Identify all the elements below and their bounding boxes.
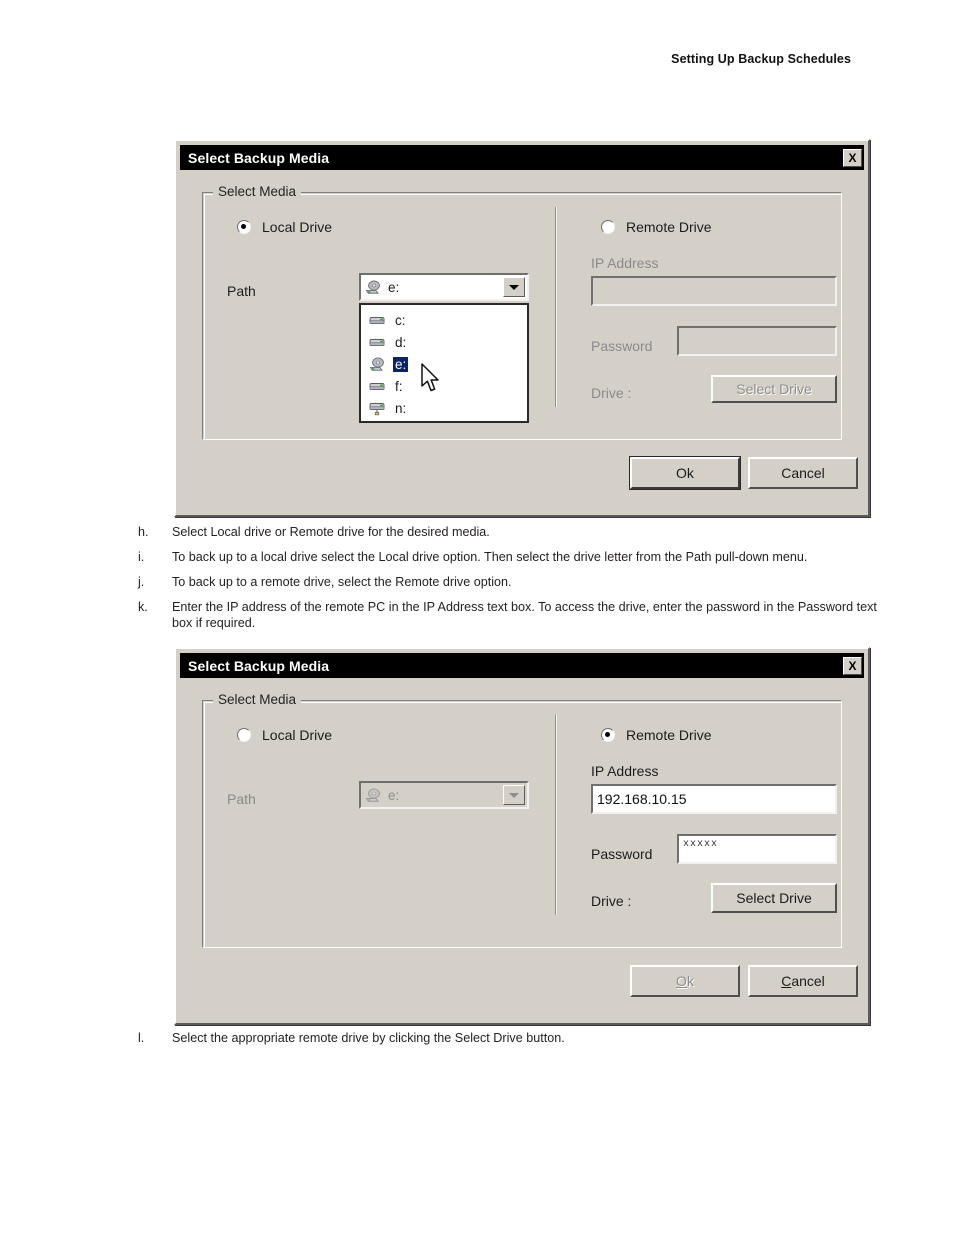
ip-address-label: IP Address: [591, 255, 659, 271]
list-item-label: c:: [395, 312, 406, 328]
list-item: l. Select the appropriate remote drive b…: [138, 1030, 878, 1046]
dialog-body: Select Media Local Drive Path e:: [180, 680, 864, 1019]
dialog-title: Select Backup Media: [188, 657, 330, 674]
ip-address-label: IP Address: [591, 763, 659, 779]
select-backup-media-dialog-local: Select Backup Media X Select Media Local…: [174, 139, 870, 517]
select-media-groupbox-title: Select Media: [213, 692, 302, 707]
close-icon[interactable]: X: [843, 148, 862, 167]
path-combobox-value: e:: [388, 787, 400, 803]
list-item-selected[interactable]: e:: [361, 353, 527, 375]
select-drive-button[interactable]: Select Drive: [711, 883, 837, 913]
path-label: Path: [227, 791, 256, 807]
local-drive-radio[interactable]: [237, 220, 251, 234]
list-item[interactable]: f:: [361, 375, 527, 397]
list-item-text: To back up to a remote drive, select the…: [172, 575, 512, 589]
remote-drive-radio[interactable]: [601, 728, 615, 742]
local-drive-radio-row[interactable]: Local Drive: [237, 727, 332, 743]
ip-address-input[interactable]: 192.168.10.15: [591, 784, 837, 814]
list-item-text: To back up to a local drive select the L…: [172, 550, 808, 564]
path-combobox-value: e:: [388, 279, 400, 295]
list-item-label: d:: [395, 334, 407, 350]
optical-drive-icon: [365, 280, 382, 295]
local-drive-radio-row[interactable]: Local Drive: [237, 219, 332, 235]
list-item[interactable]: n:: [361, 397, 527, 419]
list-item-text: Enter the IP address of the remote PC in…: [172, 600, 877, 630]
optical-drive-icon: [369, 357, 386, 372]
dialog-body: Select Media Local Drive Path e:: [180, 172, 864, 511]
instruction-list-lower: l. Select the appropriate remote drive b…: [138, 1030, 878, 1055]
page-running-header: Setting Up Backup Schedules: [671, 52, 851, 66]
list-item[interactable]: c:: [361, 309, 527, 331]
password-input[interactable]: xxxxx: [677, 834, 837, 864]
password-label: Password: [591, 338, 653, 354]
cancel-button-label-rest: ancel: [791, 973, 825, 989]
dialog-titlebar: Select Backup Media X: [180, 145, 864, 170]
list-item: h. Select Local drive or Remote drive fo…: [138, 524, 878, 540]
list-item: k. Enter the IP address of the remote PC…: [138, 599, 878, 631]
local-drive-label: Local Drive: [262, 219, 333, 235]
path-combobox[interactable]: e:: [359, 781, 529, 809]
select-media-groupbox: Select Media Local Drive Path e:: [202, 184, 842, 440]
ok-button[interactable]: Ok: [629, 456, 741, 490]
select-media-groupbox: Select Media Local Drive Path e:: [202, 692, 842, 948]
ok-button[interactable]: Ok: [630, 965, 740, 997]
remote-drive-radio-row[interactable]: Remote Drive: [601, 219, 712, 235]
dialog-title: Select Backup Media: [188, 149, 330, 166]
local-drive-label: Local Drive: [262, 727, 333, 743]
password-label: Password: [591, 846, 653, 862]
ok-button-label-rest: k: [686, 973, 694, 989]
list-item[interactable]: d:: [361, 331, 527, 353]
select-backup-media-dialog-remote: Select Backup Media X Select Media Local…: [174, 647, 870, 1025]
remote-drive-label: Remote Drive: [626, 727, 712, 743]
panel-divider: [555, 207, 557, 407]
list-item-marker: h.: [138, 525, 149, 539]
ip-address-input[interactable]: [591, 276, 837, 306]
chevron-down-icon[interactable]: [503, 785, 525, 805]
local-drive-radio[interactable]: [237, 728, 251, 742]
remote-drive-radio-row[interactable]: Remote Drive: [601, 727, 712, 743]
cancel-button[interactable]: Cancel: [748, 457, 858, 489]
list-item-marker: k.: [138, 600, 148, 614]
list-item-label: n:: [395, 400, 407, 416]
hard-drive-icon: [369, 379, 386, 394]
network-drive-icon: [369, 401, 386, 416]
drive-label: Drive :: [591, 893, 632, 909]
list-item-marker: i.: [138, 550, 145, 564]
list-item-text: Select the appropriate remote drive by c…: [172, 1031, 565, 1045]
remote-drive-label: Remote Drive: [626, 219, 712, 235]
list-item-text: Select Local drive or Remote drive for t…: [172, 525, 490, 539]
cancel-button-accel: C: [781, 973, 792, 989]
drive-label: Drive :: [591, 385, 632, 401]
instruction-list-upper: h. Select Local drive or Remote drive fo…: [138, 524, 878, 640]
dialog-titlebar: Select Backup Media X: [180, 653, 864, 678]
close-icon[interactable]: X: [843, 656, 862, 675]
cancel-button[interactable]: Cancel: [748, 965, 858, 997]
optical-drive-icon: [365, 788, 382, 803]
select-media-groupbox-title: Select Media: [213, 184, 302, 199]
list-item: i. To back up to a local drive select th…: [138, 549, 878, 565]
hard-drive-icon: [369, 313, 386, 328]
path-dropdown-list[interactable]: c: d: e: f: n:: [359, 303, 529, 423]
path-combobox[interactable]: e:: [359, 273, 529, 301]
select-drive-button[interactable]: Select Drive: [711, 375, 837, 403]
hard-drive-icon: [369, 335, 386, 350]
list-item-marker: j.: [138, 575, 145, 589]
ok-button-accel: O: [676, 973, 687, 989]
password-input[interactable]: [677, 326, 837, 356]
path-label: Path: [227, 283, 256, 299]
list-item: j. To back up to a remote drive, select …: [138, 574, 878, 590]
list-item-label: f:: [395, 378, 403, 394]
remote-drive-radio[interactable]: [601, 220, 615, 234]
list-item-label: e:: [393, 356, 409, 372]
list-item-marker: l.: [138, 1031, 145, 1045]
panel-divider: [555, 715, 557, 915]
chevron-down-icon[interactable]: [503, 277, 525, 297]
